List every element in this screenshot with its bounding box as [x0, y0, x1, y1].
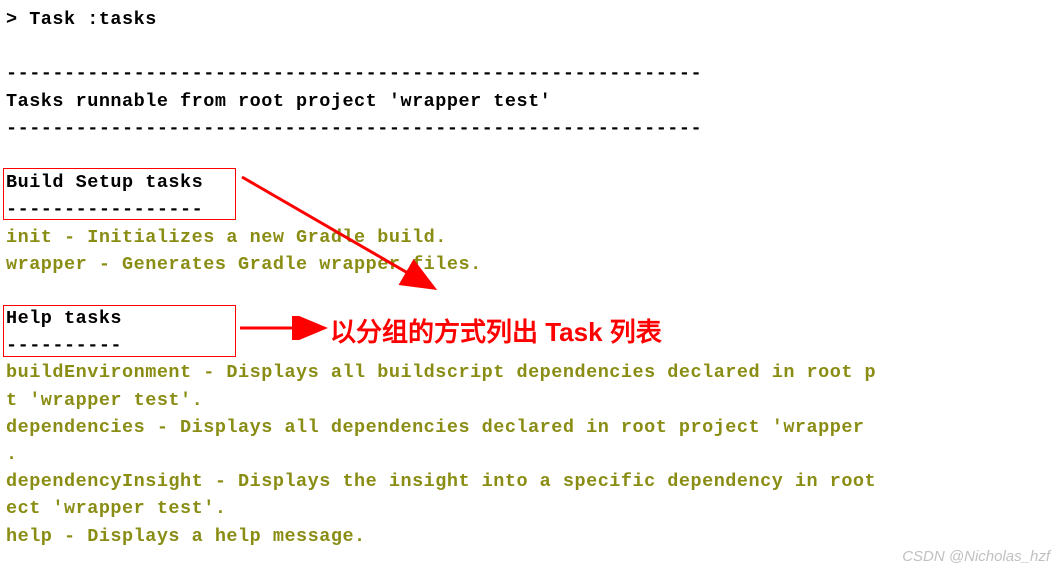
- blank-line: [6, 33, 1060, 60]
- blank-line: [6, 142, 1060, 169]
- separator: ----------------------------------------…: [6, 60, 1060, 87]
- tasks-title: Tasks runnable from root project 'wrappe…: [6, 88, 1060, 115]
- section-underline: -----------------: [6, 196, 1060, 223]
- watermark: CSDN @Nicholas_hzf: [902, 546, 1050, 568]
- task-command: > Task :tasks: [6, 6, 1060, 33]
- task-line: dependencies - Displays all dependencies…: [6, 414, 1060, 441]
- task-line: dependencyInsight - Displays the insight…: [6, 468, 1060, 495]
- task-line: wrapper - Generates Gradle wrapper files…: [6, 251, 1060, 278]
- task-line: t 'wrapper test'.: [6, 387, 1060, 414]
- blank-line: [6, 278, 1060, 305]
- task-line: ect 'wrapper test'.: [6, 495, 1060, 522]
- task-line: .: [6, 441, 1060, 468]
- task-line: buildEnvironment - Displays all buildscr…: [6, 359, 1060, 386]
- annotation-text: 以分组的方式列出 Task 列表: [330, 313, 662, 351]
- section-heading-build-setup: Build Setup tasks: [6, 169, 1060, 196]
- task-line: init - Initializes a new Gradle build.: [6, 224, 1060, 251]
- separator: ----------------------------------------…: [6, 115, 1060, 142]
